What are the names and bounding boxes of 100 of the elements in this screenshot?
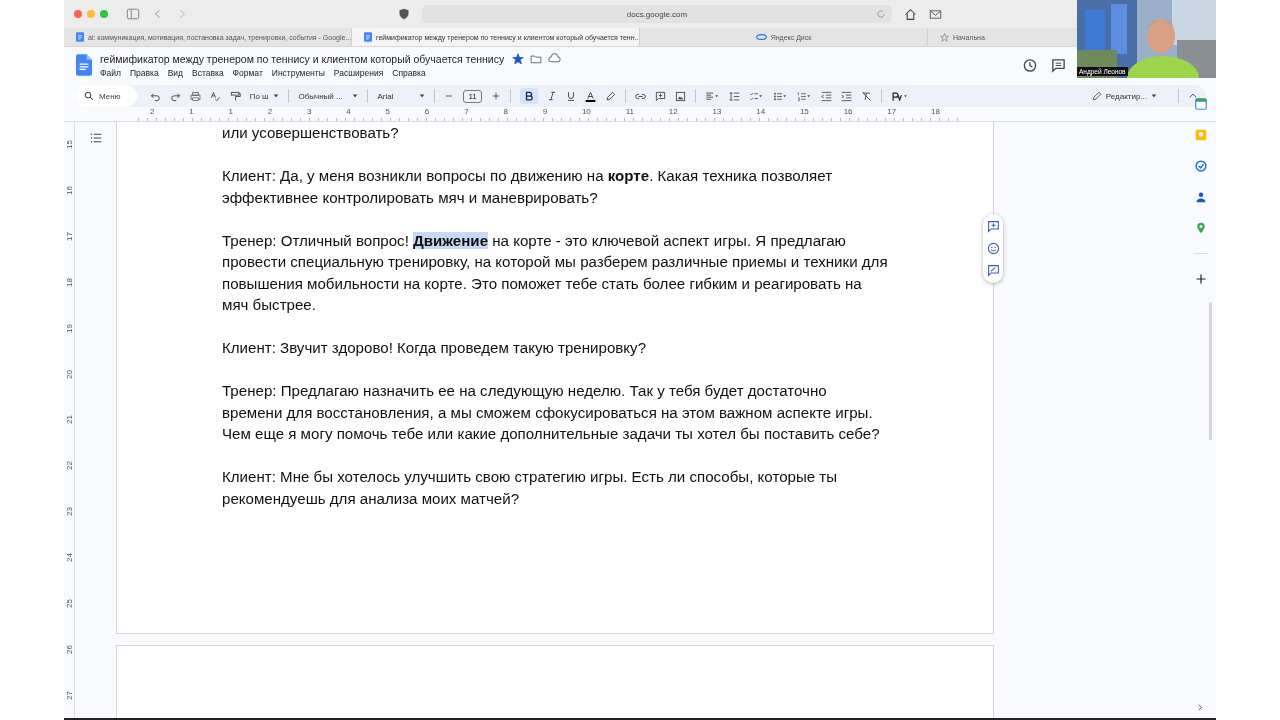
search-icon	[84, 91, 94, 101]
bulleted-list-icon[interactable]	[772, 90, 788, 102]
contacts-icon[interactable]	[1194, 191, 1207, 203]
expand-icon[interactable]	[1196, 703, 1205, 712]
scrollbar[interactable]	[1209, 302, 1212, 440]
text-color-icon[interactable]	[584, 90, 596, 102]
decrease-indent-icon[interactable]	[820, 90, 832, 102]
menu-search-field[interactable]: Меню	[76, 85, 137, 107]
calendar-icon[interactable]	[1194, 98, 1207, 110]
sidebar-icon[interactable]	[126, 7, 140, 21]
ruler-number: 22	[64, 461, 74, 471]
increase-indent-icon[interactable]	[840, 90, 852, 102]
disk-icon	[755, 33, 767, 41]
plus-icon[interactable]	[490, 91, 501, 101]
ruler-number: 4	[346, 107, 351, 117]
menu-item[interactable]: Вид	[167, 68, 183, 78]
address-field[interactable]: docs.google.com	[422, 5, 892, 23]
ruler-number: 20	[64, 369, 74, 379]
bold-button[interactable]	[519, 88, 538, 104]
mail-icon[interactable]	[929, 7, 942, 21]
star-icon	[940, 32, 949, 42]
menu-item[interactable]: Формат	[232, 68, 263, 78]
suggest-edit-icon[interactable]	[986, 264, 1000, 277]
collapse-icon[interactable]	[1188, 91, 1198, 101]
highlighter-icon[interactable]	[604, 90, 616, 102]
font-size-field[interactable]: 11	[463, 89, 482, 103]
ruler-number: 3	[307, 107, 312, 117]
docs-logo-icon[interactable]	[76, 54, 92, 76]
home-icon[interactable]	[904, 7, 917, 21]
paragraph: или усовершенствовать?	[222, 123, 400, 143]
history-icon[interactable]	[1022, 57, 1037, 73]
ruler-number: 1	[228, 107, 233, 117]
close-button[interactable]	[74, 10, 82, 18]
ruler-number: 26	[64, 644, 74, 654]
add-comment-icon[interactable]	[654, 90, 666, 102]
checklist-icon[interactable]	[748, 90, 764, 102]
ruler-number: 9	[542, 107, 548, 117]
emoji-icon[interactable]	[986, 242, 1000, 255]
shield-icon[interactable]	[398, 8, 410, 20]
numbered-list-icon[interactable]	[796, 90, 812, 102]
ruler-number: 21	[64, 415, 74, 425]
caret-icon	[273, 93, 280, 99]
ruler-number: 16	[64, 186, 74, 196]
spellcheck-icon[interactable]	[209, 90, 221, 102]
ruler-number: 7	[464, 107, 469, 117]
ruler-number: 15	[799, 107, 809, 117]
menu-item[interactable]: Расширения	[333, 68, 384, 78]
cloud-icon[interactable]	[548, 52, 562, 65]
ruler-number: 2	[150, 107, 155, 117]
map-pin-icon[interactable]	[1194, 222, 1207, 234]
bold-icon	[523, 91, 534, 101]
menu-item[interactable]: Инструменты	[271, 68, 325, 78]
star-icon[interactable]	[512, 52, 525, 65]
tasks-icon[interactable]	[1194, 160, 1207, 172]
ruler-number: 10	[581, 107, 591, 117]
vertical-ruler[interactable]: 15 16 17 18 19 20 21 22 23 24 25 26 27	[64, 122, 75, 718]
align-icon[interactable]	[704, 90, 720, 102]
zoom-dropdown[interactable]: По ш	[249, 91, 280, 101]
paint-format-icon[interactable]	[229, 90, 241, 102]
input-tools-icon[interactable]	[890, 90, 909, 102]
ruler-number: 13	[712, 107, 722, 117]
print-icon[interactable]	[189, 90, 201, 102]
plus-icon[interactable]	[1194, 273, 1207, 285]
ruler-number: 16	[843, 107, 853, 117]
italic-icon[interactable]	[546, 91, 557, 101]
docs-icon	[364, 32, 372, 42]
editing-mode-dropdown[interactable]: Редактир...	[1085, 90, 1163, 102]
ruler-number: 18	[931, 107, 940, 117]
clear-formatting-icon[interactable]	[860, 90, 872, 102]
ruler-number: 2	[267, 107, 273, 117]
ruler-number: 12	[668, 107, 678, 117]
ruler-number: 24	[64, 553, 74, 562]
caret-icon	[419, 93, 426, 99]
outline-icon[interactable]	[89, 132, 102, 144]
ruler-number: 25	[64, 598, 74, 608]
image-icon[interactable]	[674, 90, 686, 102]
docs-icon	[76, 32, 84, 42]
line-spacing-icon[interactable]	[728, 90, 740, 102]
ruler-number: 5	[385, 107, 391, 117]
menu-item[interactable]: Файл	[100, 68, 121, 78]
ruler-number: 6	[424, 107, 430, 117]
document-title[interactable]: геймификатор между тренером по теннису и клиентом который обучается теннису	[100, 52, 505, 65]
underline-icon[interactable]	[565, 91, 576, 101]
paragraph: Клиент: Звучит здорово! Когда проведем такую тренировку?	[222, 338, 648, 358]
ruler-number: 17	[64, 232, 74, 242]
ruler-number: 8	[503, 107, 508, 117]
caret-icon	[352, 93, 359, 99]
ruler-number: 18	[64, 278, 74, 287]
ruler-number: 14	[756, 107, 766, 117]
style-dropdown[interactable]: Обычный ...	[298, 91, 359, 101]
ruler-number: 15	[64, 140, 74, 150]
menu-item[interactable]: Вставка	[192, 68, 224, 78]
menu-item[interactable]: Правка	[129, 68, 159, 78]
comments-icon[interactable]	[1051, 57, 1066, 73]
pencil-icon	[1091, 91, 1102, 101]
ruler-number: 23	[64, 507, 74, 517]
add-comment-icon[interactable]	[986, 220, 1000, 233]
font-dropdown[interactable]: Arial	[377, 91, 426, 101]
folder-icon[interactable]	[530, 52, 543, 65]
menu-item[interactable]: Справка	[392, 68, 426, 78]
